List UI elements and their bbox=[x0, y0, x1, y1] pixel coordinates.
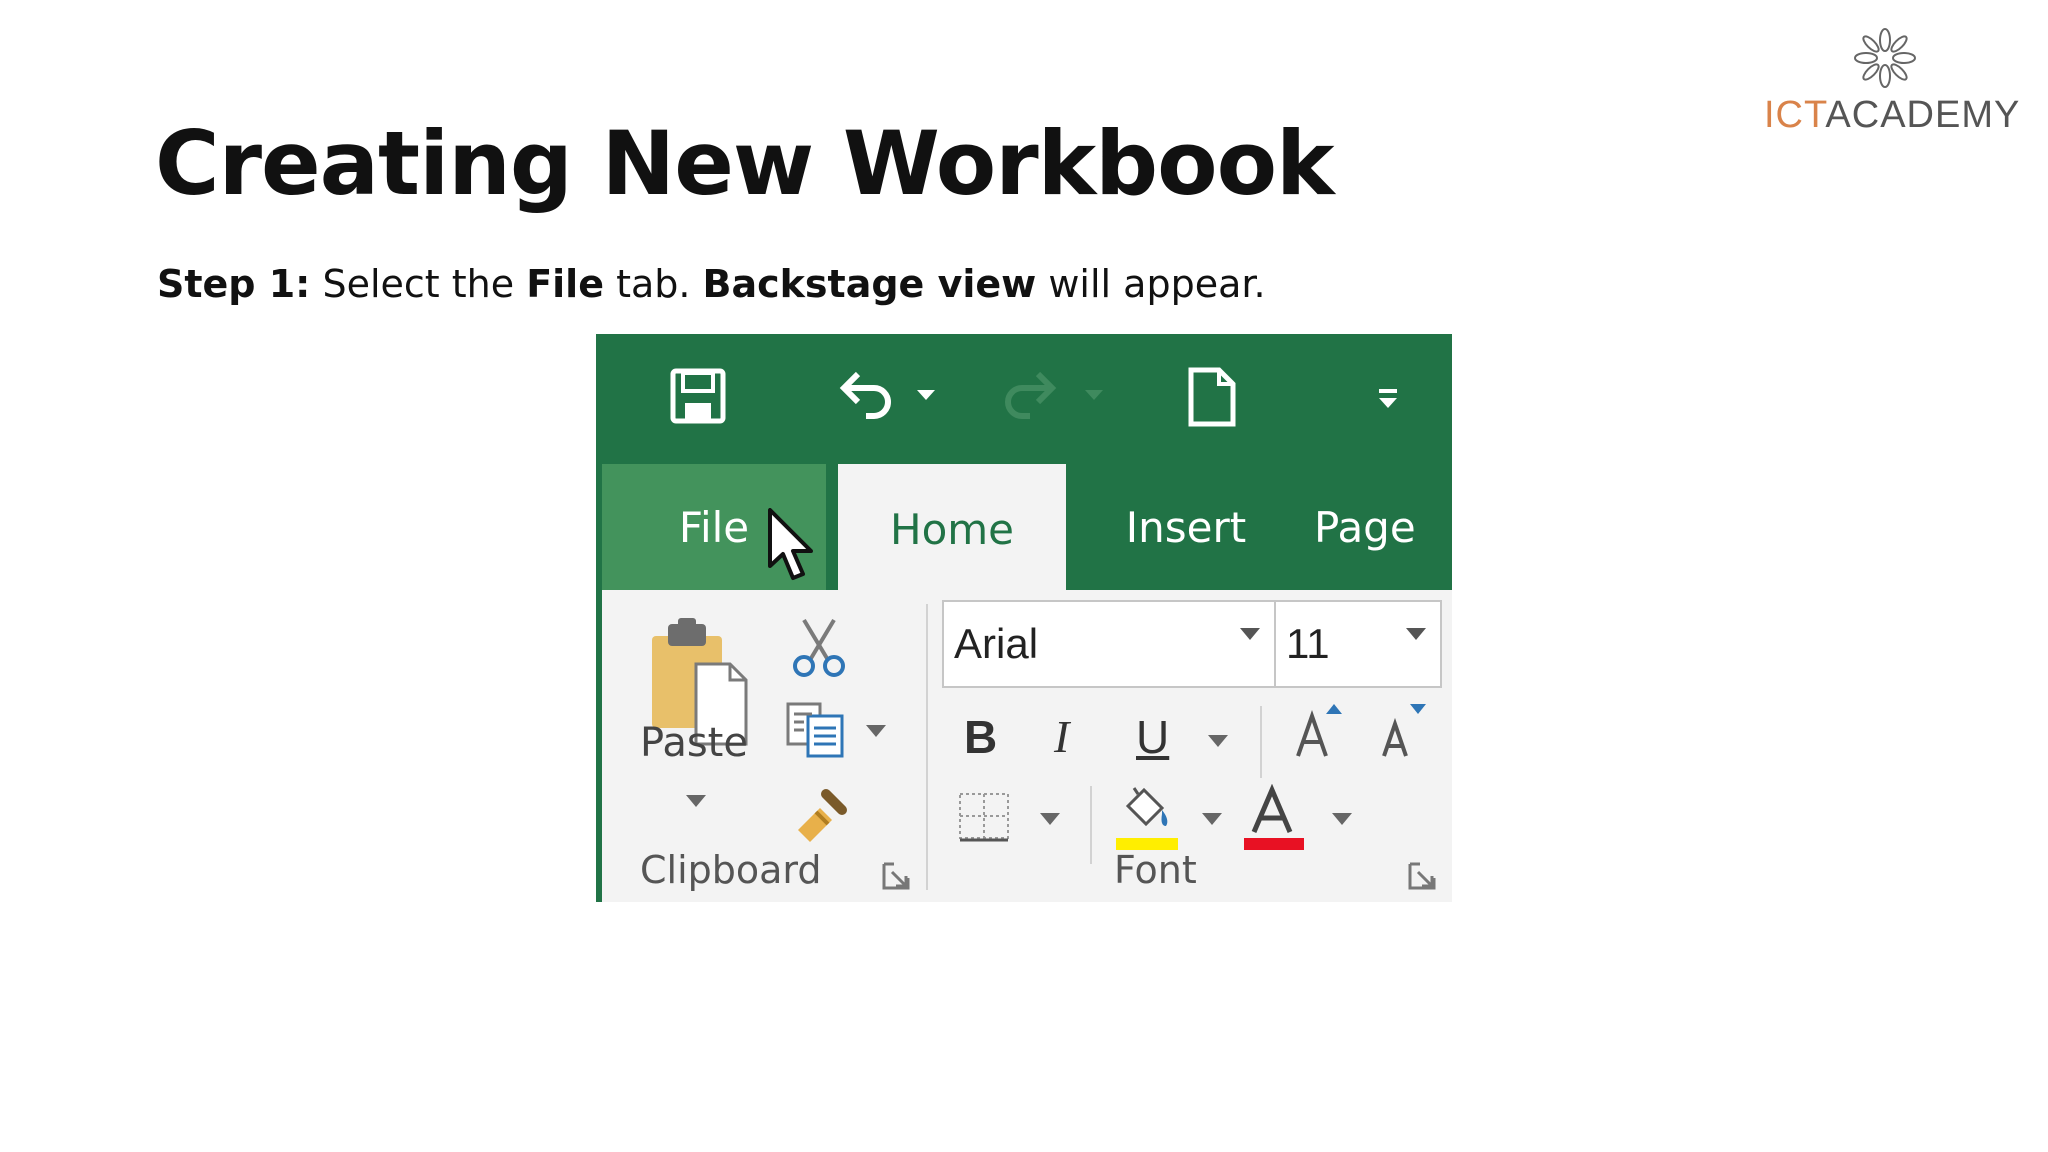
copy-dropdown-button[interactable] bbox=[866, 724, 886, 743]
chevron-down-icon bbox=[1406, 628, 1426, 640]
paste-dropdown-button[interactable] bbox=[686, 794, 706, 813]
format-painter-icon bbox=[798, 789, 847, 842]
decrease-font-size-button[interactable] bbox=[1380, 700, 1430, 764]
borders-button[interactable] bbox=[956, 790, 1012, 848]
fill-color-button[interactable] bbox=[1114, 784, 1180, 856]
decrease-font-size-icon bbox=[1382, 704, 1426, 757]
scissors-icon bbox=[793, 618, 845, 677]
step-bold-backstage: Backstage view bbox=[702, 262, 1037, 306]
excel-ribbon-screenshot: File Home Insert Page Paste Clipboard Ar… bbox=[596, 334, 1452, 902]
redo-button[interactable] bbox=[998, 364, 1062, 428]
logo-text-ict: ICT bbox=[1764, 94, 1826, 136]
ribbon-body: Paste Clipboard Arial 11 B I U Font bbox=[602, 590, 1452, 902]
font-dialog-launcher[interactable] bbox=[1408, 862, 1436, 894]
group-divider bbox=[926, 604, 928, 890]
clipboard-dialog-launcher[interactable] bbox=[882, 862, 910, 894]
increase-font-size-button[interactable] bbox=[1294, 700, 1350, 764]
increase-font-size-icon bbox=[1296, 704, 1342, 757]
undo-button[interactable] bbox=[834, 362, 898, 430]
copy-button[interactable] bbox=[786, 702, 848, 762]
chevron-down-icon bbox=[686, 795, 706, 807]
page-title: Creating New Workbook bbox=[155, 112, 1335, 215]
font-color-icon bbox=[1244, 783, 1304, 850]
chevron-down-icon bbox=[1332, 813, 1352, 825]
step-text: will appear. bbox=[1036, 262, 1266, 306]
undo-icon bbox=[839, 371, 891, 419]
step-instruction: Step 1: Select the File tab. Backstage v… bbox=[157, 262, 1266, 306]
font-color-button[interactable] bbox=[1242, 783, 1306, 856]
new-document-icon bbox=[1188, 367, 1236, 427]
step-bold-file: File bbox=[526, 262, 604, 306]
font-divider bbox=[1260, 706, 1262, 778]
italic-button[interactable]: I bbox=[1054, 710, 1069, 763]
font-color-dropdown-button[interactable] bbox=[1332, 812, 1352, 831]
tab-page-layout[interactable]: Page bbox=[1314, 464, 1452, 590]
save-icon bbox=[670, 368, 726, 424]
dialog-launcher-icon bbox=[1408, 862, 1436, 890]
chevron-down-icon bbox=[1208, 735, 1228, 747]
chevron-down-icon bbox=[1240, 628, 1260, 640]
undo-dropdown-button[interactable] bbox=[914, 384, 938, 408]
borders-dropdown-button[interactable] bbox=[1040, 812, 1060, 831]
step-label: Step 1: bbox=[157, 262, 311, 306]
chevron-down-icon bbox=[1202, 813, 1222, 825]
customize-menu-icon bbox=[1379, 389, 1397, 408]
font-divider bbox=[1090, 786, 1092, 864]
copy-icon bbox=[786, 702, 844, 758]
new-document-button[interactable] bbox=[1182, 362, 1242, 432]
clipboard-group-label: Clipboard bbox=[640, 848, 822, 892]
format-painter-button[interactable] bbox=[790, 786, 854, 848]
tab-insert[interactable]: Insert bbox=[1096, 464, 1276, 590]
step-text: tab. bbox=[603, 262, 703, 306]
chevron-down-icon bbox=[917, 390, 935, 400]
redo-dropdown-button[interactable] bbox=[1082, 384, 1106, 408]
logo-text-academy: ACADEMY bbox=[1825, 94, 2021, 136]
chevron-down-icon bbox=[1085, 390, 1103, 400]
mouse-pointer-icon bbox=[768, 508, 813, 580]
font-name-value: Arial bbox=[954, 620, 1039, 667]
font-group-label: Font bbox=[1114, 848, 1197, 892]
paste-label: Paste bbox=[640, 720, 748, 766]
logo-text: ICTACADEMY bbox=[1764, 94, 2019, 137]
font-name-combobox[interactable]: Arial bbox=[942, 600, 1276, 688]
ict-academy-logo: ICTACADEMY bbox=[1762, 26, 2019, 137]
chevron-down-icon bbox=[1040, 813, 1060, 825]
font-size-combobox[interactable]: 11 bbox=[1274, 600, 1442, 688]
save-button[interactable] bbox=[666, 364, 730, 428]
chevron-down-icon bbox=[866, 725, 886, 737]
redo-icon bbox=[1005, 371, 1057, 419]
bold-button[interactable]: B bbox=[964, 710, 997, 764]
paint-bucket-icon bbox=[1116, 787, 1178, 850]
flower-logo-icon bbox=[1854, 28, 1916, 88]
underline-dropdown-button[interactable] bbox=[1208, 734, 1228, 753]
underline-button[interactable]: U bbox=[1136, 710, 1169, 764]
cut-button[interactable] bbox=[788, 616, 850, 682]
customize-toolbar-button[interactable] bbox=[1366, 376, 1410, 420]
tab-home[interactable]: Home bbox=[838, 464, 1066, 594]
borders-icon bbox=[959, 793, 1009, 842]
font-size-value: 11 bbox=[1286, 620, 1330, 667]
fill-color-dropdown-button[interactable] bbox=[1202, 812, 1222, 831]
dialog-launcher-icon bbox=[882, 862, 910, 890]
step-text: Select the bbox=[310, 262, 527, 306]
